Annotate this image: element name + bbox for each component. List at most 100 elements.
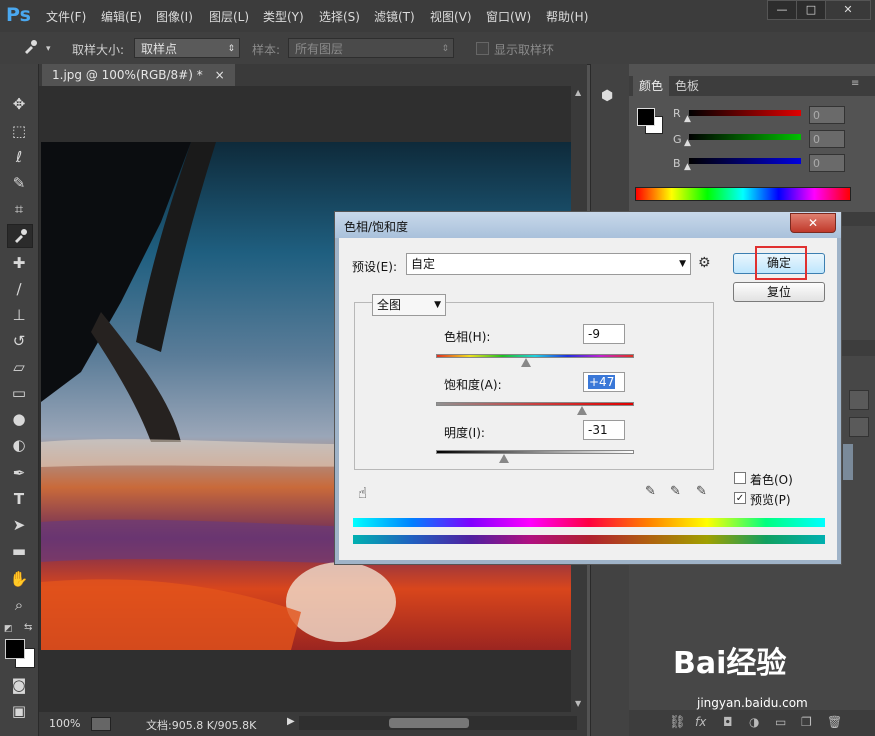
crop-tool-icon[interactable]: ⌗ [7, 198, 31, 220]
preview-checkbox[interactable]: ✓ [734, 492, 746, 504]
tab-color[interactable]: 颜色 [633, 76, 670, 96]
delete-layer-icon[interactable]: 🗑 [827, 715, 842, 729]
menu-type[interactable]: 类型(Y) [263, 8, 304, 25]
quick-mask-icon[interactable]: ◙ [7, 674, 31, 696]
panel-dropdown[interactable] [849, 417, 869, 437]
tool-preset-chevron-icon[interactable]: ▾ [46, 44, 51, 54]
add-mask-icon[interactable]: ◘ [723, 715, 733, 729]
channel-g-thumb-icon[interactable]: ▲ [684, 138, 691, 148]
panel-foreground-swatch[interactable] [637, 108, 655, 126]
preset-select[interactable]: 自定 ▼ [406, 253, 691, 275]
screen-mode-icon[interactable]: ▣ [7, 700, 31, 722]
sample-size-select[interactable]: 取样点 ⇕ [134, 38, 240, 58]
gradient-tool-icon[interactable]: ▭ [7, 382, 31, 404]
maximize-button[interactable]: □ [796, 0, 826, 20]
dialog-title-bar[interactable]: 色相/饱和度 ✕ [335, 212, 841, 238]
path-selection-tool-icon[interactable]: ➤ [7, 514, 31, 536]
new-layer-icon[interactable]: ❐ [801, 715, 812, 729]
status-menu-arrow-icon[interactable]: ▶ [287, 716, 295, 727]
healing-brush-tool-icon[interactable]: ✚ [7, 252, 31, 274]
scroll-up-icon[interactable]: ▲ [575, 88, 581, 97]
hue-input[interactable]: -9 [583, 324, 625, 344]
eyedropper-icon[interactable] [22, 39, 38, 55]
quick-select-tool-icon[interactable]: ✎ [7, 172, 31, 194]
eyedropper-tool-icon[interactable] [7, 224, 33, 248]
lightness-input[interactable]: -31 [583, 420, 625, 440]
document-tab-close-icon[interactable]: × [215, 68, 225, 82]
marquee-tool-icon[interactable]: ⬚ [7, 120, 31, 142]
menu-view[interactable]: 视图(V) [430, 8, 472, 25]
menu-window[interactable]: 窗口(W) [486, 8, 531, 25]
channel-r-value[interactable]: 0 [809, 106, 845, 124]
close-window-button[interactable]: ✕ [825, 0, 871, 20]
targeted-adjustment-hand-icon[interactable]: ☝ [358, 484, 367, 502]
rectangle-tool-icon[interactable]: ▬ [7, 540, 31, 562]
tab-swatches[interactable]: 色板 [669, 76, 705, 96]
panel-scroll-thumb[interactable] [843, 444, 853, 480]
color-spectrum-bar[interactable] [635, 187, 851, 201]
foreground-color-swatch[interactable] [5, 639, 25, 659]
document-tab[interactable]: 1.jpg @ 100%(RGB/8#) * × [42, 64, 235, 86]
menu-image[interactable]: 图像(I) [156, 8, 193, 25]
eyedropper-plus-icon[interactable]: ✎ [670, 484, 681, 499]
zoom-tool-icon[interactable]: ⌕ [7, 594, 31, 616]
menu-help[interactable]: 帮助(H) [546, 8, 588, 25]
3d-cube-icon[interactable]: ⬢ [601, 88, 619, 106]
hand-tool-icon[interactable]: ✋ [7, 568, 31, 590]
channel-b-value[interactable]: 0 [809, 154, 845, 172]
lightness-slider-thumb[interactable] [499, 454, 509, 463]
panel-menu-icon[interactable]: ≡ [851, 78, 859, 89]
ok-highlight-box [755, 246, 807, 280]
horizontal-scroll-thumb[interactable] [389, 718, 469, 728]
saturation-input[interactable]: +47 [583, 372, 625, 392]
blur-tool-icon[interactable]: ● [7, 408, 31, 430]
channel-select[interactable]: 全图 ▼ [372, 294, 446, 316]
lightness-slider[interactable] [436, 450, 634, 454]
pen-tool-icon[interactable]: ✒ [7, 462, 31, 484]
channel-g-value[interactable]: 0 [809, 130, 845, 148]
status-info-icon[interactable] [91, 717, 111, 731]
eraser-tool-icon[interactable]: ▱ [7, 356, 31, 378]
hue-slider[interactable] [436, 354, 634, 358]
move-tool-icon[interactable]: ✥ [7, 93, 31, 115]
sample-select[interactable]: 所有图层 ⇕ [288, 38, 454, 58]
saturation-slider-thumb[interactable] [577, 406, 587, 415]
minimize-button[interactable]: — [767, 0, 797, 20]
fx-icon[interactable]: fx [695, 715, 706, 729]
saturation-slider[interactable] [436, 402, 634, 406]
swap-colors-icon[interactable]: ⇆ [24, 622, 32, 633]
panel-dropdown[interactable] [849, 390, 869, 410]
scroll-down-icon[interactable]: ▼ [575, 699, 581, 708]
channel-b-thumb-icon[interactable]: ▲ [684, 162, 691, 172]
colorize-checkbox[interactable] [734, 472, 746, 484]
channel-r-thumb-icon[interactable]: ▲ [684, 114, 691, 124]
channel-g-slider[interactable] [689, 134, 801, 140]
channel-b-slider[interactable] [689, 158, 801, 164]
menu-file[interactable]: 文件(F) [46, 8, 86, 25]
horizontal-scrollbar[interactable] [299, 716, 577, 730]
reset-button[interactable]: 复位 [733, 282, 825, 302]
brush-tool-icon[interactable]: ∕ [7, 278, 31, 300]
eyedropper-minus-icon[interactable]: ✎ [696, 484, 707, 499]
hue-slider-thumb[interactable] [521, 358, 531, 367]
adjustment-layer-icon[interactable]: ◑ [749, 715, 759, 729]
clone-stamp-tool-icon[interactable]: ⊥ [7, 304, 31, 326]
new-group-icon[interactable]: ▭ [775, 715, 786, 729]
channel-r-slider[interactable] [689, 110, 801, 116]
channel-value: 全图 [377, 298, 402, 312]
default-colors-icon[interactable]: ◩ [4, 624, 13, 634]
menu-filter[interactable]: 滤镜(T) [374, 8, 415, 25]
eyedropper-icon[interactable]: ✎ [645, 484, 656, 499]
menu-select[interactable]: 选择(S) [319, 8, 360, 25]
show-ring-checkbox[interactable] [476, 42, 489, 55]
history-brush-tool-icon[interactable]: ↺ [7, 330, 31, 352]
menu-edit[interactable]: 编辑(E) [101, 8, 142, 25]
menu-layer[interactable]: 图层(L) [209, 8, 249, 25]
gear-icon[interactable]: ⚙ [698, 255, 711, 271]
zoom-level[interactable]: 100% [49, 717, 80, 730]
link-layers-icon[interactable]: ⛓ [669, 715, 686, 730]
type-tool-icon[interactable]: T [7, 488, 31, 510]
dialog-close-button[interactable]: ✕ [790, 213, 836, 233]
dodge-tool-icon[interactable]: ◐ [7, 434, 31, 456]
lasso-tool-icon[interactable]: ℓ [7, 146, 31, 168]
